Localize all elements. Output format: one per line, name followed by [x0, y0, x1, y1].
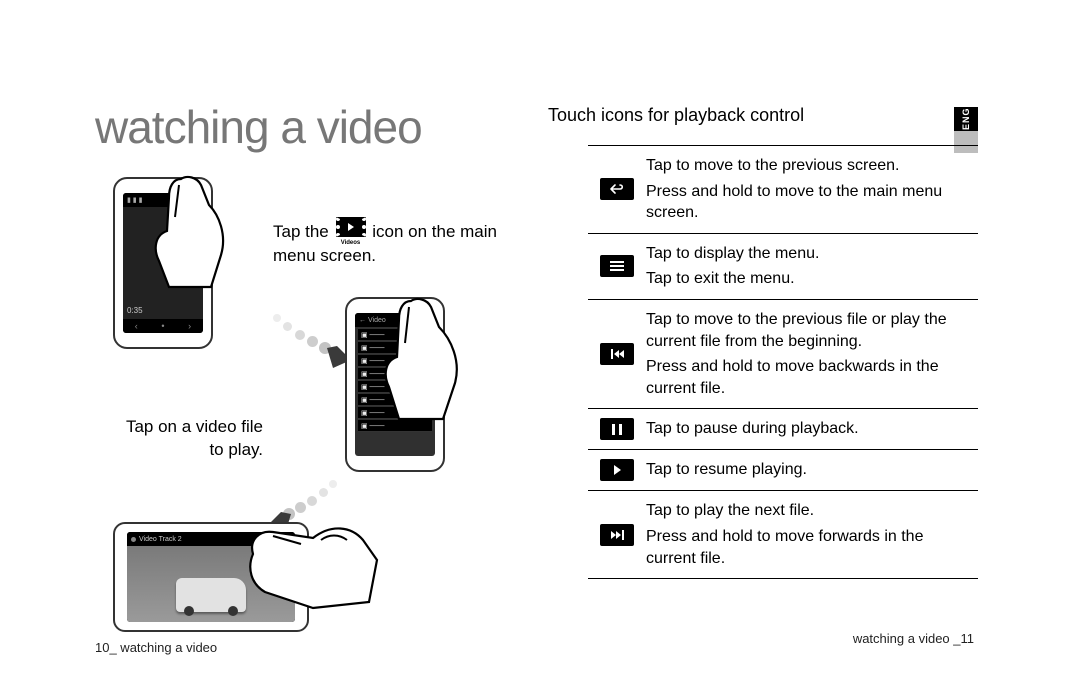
screen-nav: ‹ • ›: [123, 319, 203, 333]
nav-dot-icon: •: [161, 321, 164, 331]
hand-illustration: [243, 504, 383, 614]
icon-cell: [588, 155, 646, 224]
playback-control-table: Tap to move to the previous screen.Press…: [588, 145, 978, 579]
right-page: ENG Touch icons for playback control Tap…: [548, 105, 978, 650]
device-step1: ▮ ▮ ▮ 0:35 ‹ • ›: [113, 177, 213, 349]
videos-icon-label: Videos: [334, 239, 368, 247]
videos-icon: Videos: [334, 217, 368, 245]
device-step3: Video Track 2: [113, 522, 309, 632]
page-title: watching a video: [95, 100, 525, 154]
table-row: Tap to play the next file.Press and hold…: [588, 491, 978, 579]
back-icon: ←: [359, 317, 366, 324]
next-icon: [600, 524, 634, 546]
previous-icon: [600, 343, 634, 365]
table-row: Tap to pause during playback.: [588, 409, 978, 450]
hand-illustration: [151, 171, 233, 291]
caption-text: Tap the: [273, 222, 334, 241]
row-text: Tap to play the next file.Press and hold…: [646, 500, 978, 569]
section-title: Touch icons for playback control: [548, 105, 978, 126]
left-page: watching a video ▮ ▮ ▮ 0:35 ‹ • ›: [95, 100, 525, 655]
manual-spread: watching a video ▮ ▮ ▮ 0:35 ‹ • ›: [0, 0, 1080, 694]
back-icon: [600, 178, 634, 200]
diagram-area: ▮ ▮ ▮ 0:35 ‹ • › Tap the: [95, 172, 525, 622]
page-footer-right: watching a video _11: [853, 631, 974, 646]
caption-step2: Tap on a video file to play.: [113, 416, 263, 462]
table-row: Tap to resume playing.: [588, 450, 978, 491]
row-text: Tap to move to the previous screen.Press…: [646, 155, 978, 224]
nav-prev-icon: ‹: [135, 321, 138, 331]
dot-icon: [131, 537, 136, 542]
pause-icon: [600, 418, 634, 440]
lang-eng: ENG: [954, 107, 978, 131]
page-footer-left: 10_ watching a video: [95, 640, 217, 655]
hand-illustration: [379, 295, 467, 425]
caption-step1: Tap the Videos icon on the main menu scr…: [273, 217, 503, 268]
table-row: Tap to move to the previous file or play…: [588, 300, 978, 409]
icon-cell: [588, 243, 646, 290]
device-step2: ← Video ▣ ─── ▣ ─── ▣ ─── ▣ ─── ▣ ─── ▣ …: [345, 297, 445, 472]
screen-time: 0:35: [127, 306, 143, 315]
icon-cell: [588, 418, 646, 440]
icon-cell: [588, 459, 646, 481]
row-text: Tap to resume playing.: [646, 459, 978, 481]
row-text: Tap to pause during playback.: [646, 418, 978, 440]
icon-cell: [588, 500, 646, 569]
table-row: Tap to move to the previous screen.Press…: [588, 146, 978, 234]
icon-cell: [588, 309, 646, 399]
nav-next-icon: ›: [188, 321, 191, 331]
play-icon: [600, 459, 634, 481]
menu-icon: [600, 255, 634, 277]
row-text: Tap to display the menu.Tap to exit the …: [646, 243, 978, 290]
table-row: Tap to display the menu.Tap to exit the …: [588, 234, 978, 300]
row-text: Tap to move to the previous file or play…: [646, 309, 978, 399]
video-track-label: Video Track 2: [139, 536, 182, 543]
car-illustration: [176, 578, 246, 612]
